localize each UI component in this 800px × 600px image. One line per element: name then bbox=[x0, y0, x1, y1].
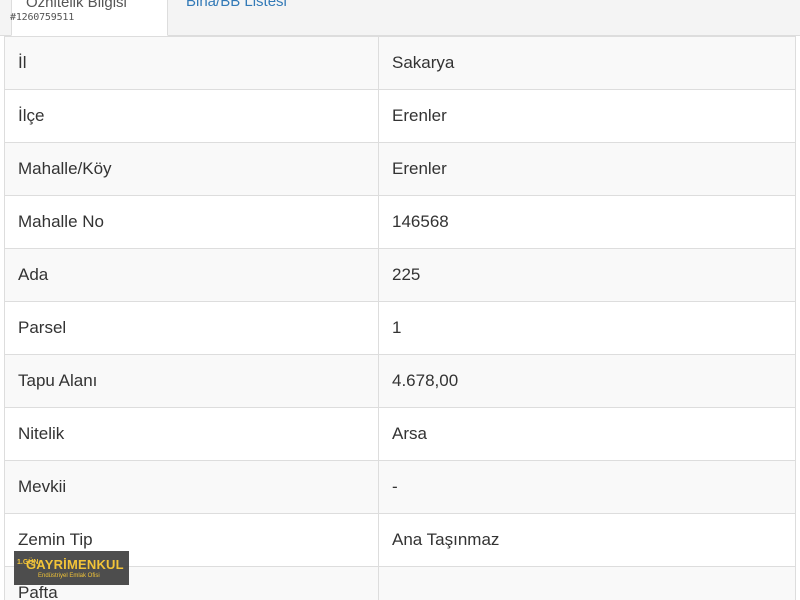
table-row: Mevkii - bbox=[4, 460, 796, 514]
row-value-mahalle-no: 146568 bbox=[378, 195, 796, 249]
tab-bina-bb-listesi[interactable]: Bina/BB Listesi bbox=[172, 0, 301, 36]
logo-subtitle: Endüstriyel Emlak Ofisi bbox=[38, 573, 100, 579]
attribute-table-container: İl Sakarya İlçe Erenler Mahalle/Köy Eren… bbox=[4, 36, 796, 600]
table-row: Mahalle No 146568 bbox=[4, 195, 796, 249]
table-row: Tapu Alanı 4.678,00 bbox=[4, 354, 796, 408]
table-row: Ada 225 bbox=[4, 248, 796, 302]
row-key-tapu-alani: Tapu Alanı bbox=[4, 354, 379, 408]
row-key-ilce: İlçe bbox=[4, 89, 379, 143]
row-key-parsel: Parsel bbox=[4, 301, 379, 355]
watermark-id: #1260759511 bbox=[10, 12, 75, 23]
table-row: İlçe Erenler bbox=[4, 89, 796, 143]
company-logo: 1.GÜN GAYRİMENKUL Endüstriyel Emlak Ofis… bbox=[14, 551, 129, 585]
row-value-parsel: 1 bbox=[378, 301, 796, 355]
row-value-mahalle-koy: Erenler bbox=[378, 142, 796, 196]
row-key-mahalle-koy: Mahalle/Köy bbox=[4, 142, 379, 196]
logo-title: GAYRİMENKUL bbox=[26, 557, 124, 572]
attribute-table: İl Sakarya İlçe Erenler Mahalle/Köy Eren… bbox=[4, 36, 796, 600]
table-row: Mahalle/Köy Erenler bbox=[4, 142, 796, 196]
row-value-ada: 225 bbox=[378, 248, 796, 302]
row-value-nitelik: Arsa bbox=[378, 407, 796, 461]
row-key-mahalle-no: Mahalle No bbox=[4, 195, 379, 249]
row-value-zemin-tip: Ana Taşınmaz bbox=[378, 513, 796, 567]
table-row: İl Sakarya bbox=[4, 36, 796, 90]
row-key-ada: Ada bbox=[4, 248, 379, 302]
row-value-tapu-alani: 4.678,00 bbox=[378, 354, 796, 408]
table-row: Parsel 1 bbox=[4, 301, 796, 355]
row-value-pafta bbox=[378, 566, 796, 600]
row-key-nitelik: Nitelik bbox=[4, 407, 379, 461]
row-key-mevkii: Mevkii bbox=[4, 460, 379, 514]
logo-mark: 1.GÜN bbox=[17, 559, 39, 566]
row-value-il: Sakarya bbox=[378, 36, 796, 90]
tab-bar: Öznitelik Bilgisi Bina/BB Listesi #12607… bbox=[0, 0, 800, 36]
row-value-mevkii: - bbox=[378, 460, 796, 514]
row-value-ilce: Erenler bbox=[378, 89, 796, 143]
row-key-il: İl bbox=[4, 36, 379, 90]
table-row: Nitelik Arsa bbox=[4, 407, 796, 461]
